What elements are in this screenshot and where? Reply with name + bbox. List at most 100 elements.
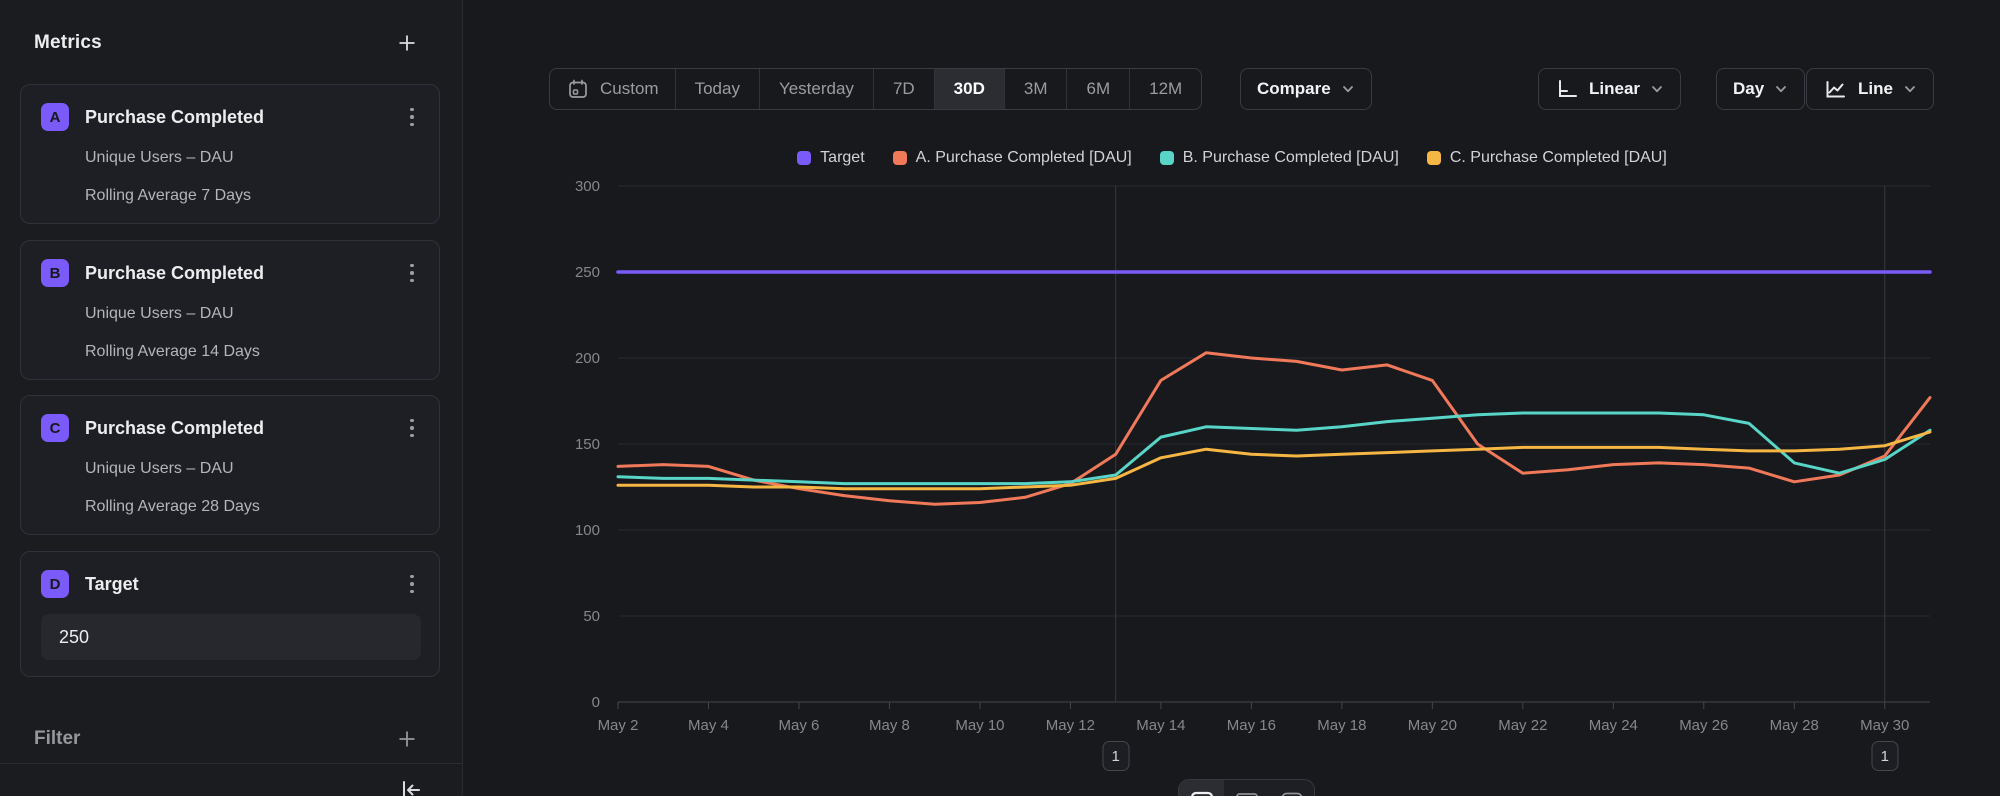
chart-type-dropdown[interactable]: Line (1806, 68, 1934, 110)
plus-icon (397, 33, 417, 53)
legend-item-b[interactable]: B. Purchase Completed [DAU] (1160, 149, 1399, 167)
annotation-badge[interactable]: 1 (1102, 741, 1129, 771)
plus-icon (397, 729, 417, 749)
y-axis-label: 100 (575, 522, 600, 539)
legend-item-target[interactable]: Target (797, 149, 864, 167)
legend-label: A. Purchase Completed [DAU] (916, 149, 1132, 167)
compare-button[interactable]: Compare (1240, 68, 1372, 110)
x-axis-label: May 4 (688, 717, 729, 734)
chart-type-label: Line (1858, 79, 1893, 99)
kebab-menu-icon[interactable] (403, 262, 421, 284)
range-7d[interactable]: 7D (874, 69, 935, 109)
kebab-menu-icon[interactable] (403, 106, 421, 128)
range-label: 30D (954, 79, 985, 99)
interval-label: Day (1733, 79, 1764, 99)
metric-title: Purchase Completed (85, 107, 403, 128)
legend-label: Target (820, 149, 864, 167)
x-axis-label: May 2 (598, 717, 639, 734)
metrics-sidebar: Metrics A Purchase Completed Unique User… (0, 0, 463, 796)
date-range-selector: Custom Today Yesterday 7D 30D 3M 6M 12M (549, 68, 1202, 110)
metric-card-c[interactable]: C Purchase Completed Unique Users – DAU … (20, 395, 440, 535)
x-axis-label: May 12 (1046, 717, 1095, 734)
metric-transform: Rolling Average 7 Days (85, 187, 421, 205)
x-axis-label: May 30 (1860, 717, 1909, 734)
range-label: Today (695, 79, 740, 99)
metric-measure: Unique Users – DAU (85, 460, 421, 478)
series-line-b (618, 413, 1930, 484)
x-axis-label: May 20 (1408, 717, 1457, 734)
range-custom[interactable]: Custom (550, 69, 676, 109)
axis-scale-icon (1555, 77, 1579, 101)
metric-badge-a: A (41, 103, 69, 131)
metric-measure: Unique Users – DAU (85, 149, 421, 167)
legend-item-a[interactable]: A. Purchase Completed [DAU] (893, 149, 1132, 167)
metrics-header: Metrics (34, 30, 418, 56)
x-axis-label: May 8 (869, 717, 910, 734)
view-toggle (1178, 779, 1315, 796)
y-axis-label: 50 (583, 608, 600, 625)
metric-card-target[interactable]: D Target (20, 551, 440, 677)
metric-card-a[interactable]: A Purchase Completed Unique Users – DAU … (20, 84, 440, 224)
range-label: Custom (600, 79, 659, 99)
range-6m[interactable]: 6M (1067, 69, 1130, 109)
view-toggle-chart[interactable] (1179, 780, 1224, 796)
calendar-icon (566, 77, 590, 101)
x-axis-label: May 24 (1589, 717, 1638, 734)
range-3m[interactable]: 3M (1005, 69, 1068, 109)
range-today[interactable]: Today (676, 69, 760, 109)
range-yesterday[interactable]: Yesterday (760, 69, 874, 109)
collapse-sidebar-button[interactable] (398, 777, 424, 796)
y-axis-label: 200 (575, 350, 600, 367)
x-axis-label: May 18 (1317, 717, 1366, 734)
series-line-a (618, 353, 1930, 504)
range-label: 7D (893, 79, 915, 99)
scale-dropdown[interactable]: Linear (1538, 68, 1681, 110)
legend-swatch (893, 151, 907, 165)
metric-measure: Unique Users – DAU (85, 305, 421, 323)
annotation-badge[interactable]: 1 (1871, 741, 1898, 771)
metric-badge-d: D (41, 570, 69, 598)
x-axis-label: May 10 (955, 717, 1004, 734)
series-line-c (618, 432, 1930, 489)
kebab-menu-icon[interactable] (403, 573, 421, 595)
view-toggle-table[interactable] (1224, 780, 1269, 796)
y-axis-label: 0 (592, 694, 600, 711)
metrics-title: Metrics (34, 32, 102, 54)
legend-label: C. Purchase Completed [DAU] (1450, 149, 1667, 167)
filter-section: Filter (34, 726, 418, 752)
view-toggle-card[interactable] (1269, 780, 1314, 796)
metric-card-b[interactable]: B Purchase Completed Unique Users – DAU … (20, 240, 440, 380)
metric-transform: Rolling Average 28 Days (85, 498, 421, 516)
kebab-menu-icon[interactable] (403, 417, 421, 439)
y-axis-label: 300 (575, 178, 600, 195)
legend-label: B. Purchase Completed [DAU] (1183, 149, 1399, 167)
add-metric-button[interactable] (396, 32, 418, 54)
card-view-icon (1279, 789, 1305, 796)
legend-swatch (797, 151, 811, 165)
range-label: 3M (1024, 79, 1048, 99)
y-axis-label: 150 (575, 436, 600, 453)
chevron-down-icon (1341, 82, 1355, 96)
metric-transform: Rolling Average 14 Days (85, 343, 421, 361)
metric-title: Target (85, 574, 403, 595)
chevron-down-icon (1903, 82, 1917, 96)
target-value-input[interactable] (41, 614, 421, 660)
scale-label: Linear (1589, 79, 1640, 99)
legend-swatch (1427, 151, 1441, 165)
chart-view-icon (1189, 789, 1215, 796)
filter-title: Filter (34, 728, 80, 750)
legend-item-c[interactable]: C. Purchase Completed [DAU] (1427, 149, 1667, 167)
range-label: 12M (1149, 79, 1182, 99)
metric-title: Purchase Completed (85, 263, 403, 284)
compare-label: Compare (1257, 79, 1331, 99)
chevron-down-icon (1774, 82, 1788, 96)
metric-badge-c: C (41, 414, 69, 442)
add-filter-button[interactable] (396, 728, 418, 750)
x-axis-label: May 28 (1770, 717, 1819, 734)
metric-title: Purchase Completed (85, 418, 403, 439)
range-30d[interactable]: 30D (935, 69, 1005, 109)
range-12m[interactable]: 12M (1130, 69, 1201, 109)
chevron-down-icon (1650, 82, 1664, 96)
range-label: Yesterday (779, 79, 854, 99)
interval-dropdown[interactable]: Day (1716, 68, 1805, 110)
